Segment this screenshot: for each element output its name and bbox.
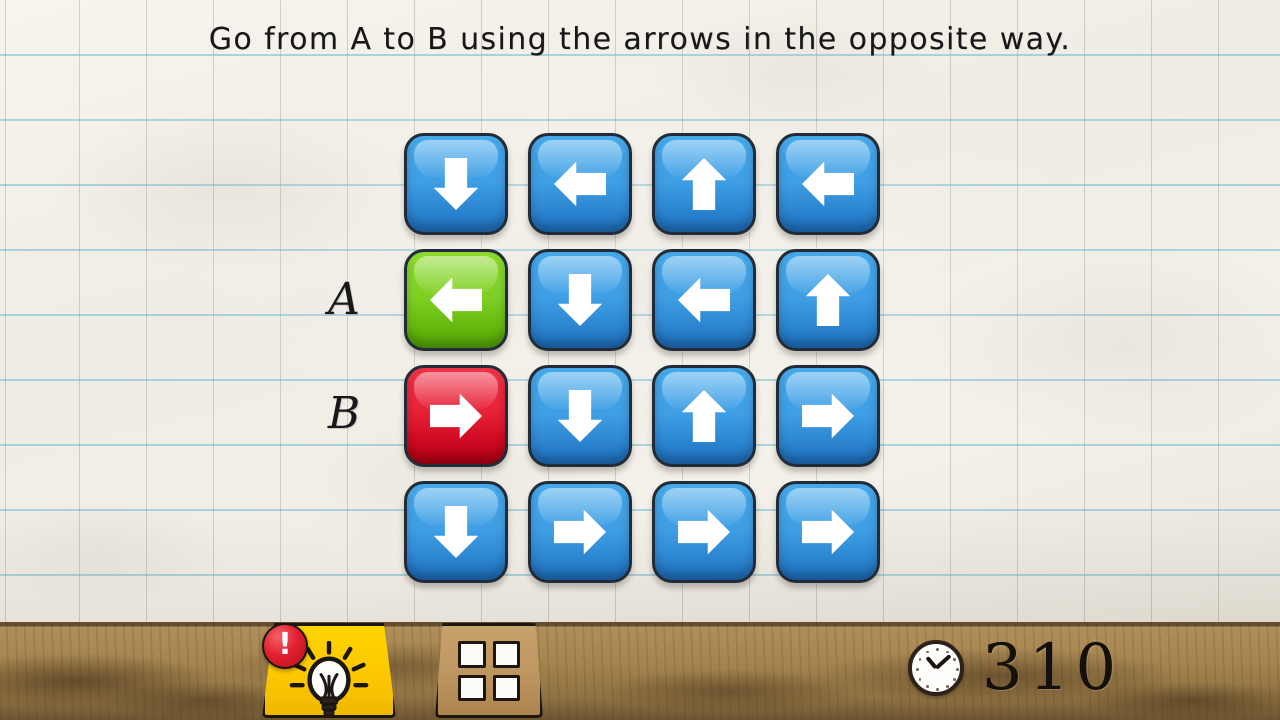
arrow-down-icon: [557, 389, 603, 443]
game-screen: Go from A to B using the arrows in the o…: [0, 0, 1280, 720]
arrow-grid: [404, 133, 880, 597]
clock-minute-hand: [934, 653, 952, 670]
clock-tick: [926, 650, 929, 654]
alert-badge-label: !: [278, 626, 292, 662]
clock-tick: [936, 688, 939, 691]
grid-icon-cell: [458, 641, 486, 668]
arrow-right-icon: [553, 509, 607, 555]
grid-icon-cell: [492, 674, 520, 701]
arrow-tile-down[interactable]: [404, 133, 508, 235]
hint-button[interactable]: !: [262, 623, 396, 718]
clock-icon: [908, 640, 964, 696]
arrow-tile-up[interactable]: [652, 365, 756, 467]
clock-tick: [918, 658, 922, 661]
arrow-tile-left[interactable]: [404, 249, 508, 351]
arrow-tile-right[interactable]: [776, 365, 880, 467]
arrow-up-icon: [681, 389, 727, 443]
arrow-left-icon: [553, 161, 607, 207]
arrow-up-icon: [805, 273, 851, 327]
arrow-right-icon: [801, 393, 855, 439]
arrow-tile-right[interactable]: [652, 481, 756, 583]
clock-tick: [946, 685, 949, 688]
arrow-down-icon: [433, 505, 479, 559]
arrow-right-icon: [677, 509, 731, 555]
timer: 310: [908, 636, 1122, 700]
arrow-left-icon: [677, 277, 731, 323]
arrow-right-icon: [429, 393, 483, 439]
arrow-tile-left[interactable]: [528, 133, 632, 235]
timer-value: 310: [982, 631, 1123, 705]
grid-icon-cell: [492, 641, 520, 668]
arrow-tile-right[interactable]: [404, 365, 508, 467]
arrow-tile-down[interactable]: [404, 481, 508, 583]
arrow-tile-up[interactable]: [652, 133, 756, 235]
arrow-tile-left[interactable]: [652, 249, 756, 351]
arrow-down-icon: [433, 157, 479, 211]
grid-icon-cell: [458, 674, 486, 701]
levels-button[interactable]: [435, 623, 543, 718]
clock-tick: [956, 668, 959, 671]
end-row-label-b: B: [327, 388, 361, 439]
arrow-left-icon: [429, 277, 483, 323]
arrow-tile-right[interactable]: [776, 481, 880, 583]
arrow-tile-down[interactable]: [528, 249, 632, 351]
clock-tick: [918, 678, 922, 681]
clock-tick: [916, 668, 919, 671]
arrow-tile-down[interactable]: [528, 365, 632, 467]
clock-tick: [946, 650, 949, 654]
arrow-down-icon: [557, 273, 603, 327]
start-row-label-a: A: [328, 274, 360, 325]
arrow-left-icon: [801, 161, 855, 207]
arrow-tile-right[interactable]: [528, 481, 632, 583]
clock-tick: [926, 685, 929, 688]
clock-tick: [953, 678, 956, 681]
grid-icon: [458, 641, 520, 701]
arrow-tile-left[interactable]: [776, 133, 880, 235]
arrow-right-icon: [801, 509, 855, 555]
alert-badge-icon: !: [262, 623, 308, 669]
clock-tick: [953, 658, 956, 661]
instruction-text: Go from A to B using the arrows in the o…: [208, 22, 1072, 57]
arrow-tile-up[interactable]: [776, 249, 880, 351]
arrow-up-icon: [681, 157, 727, 211]
clock-tick: [936, 648, 939, 651]
